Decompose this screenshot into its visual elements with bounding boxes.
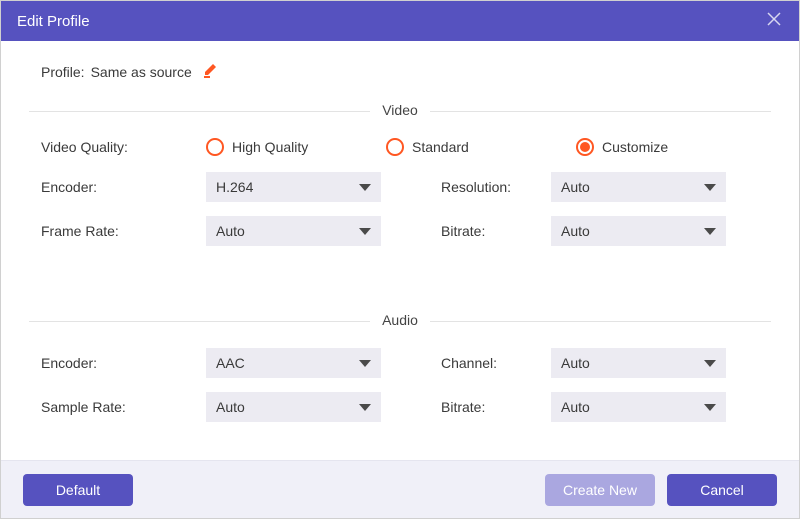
audio-samplerate-label: Sample Rate:	[41, 399, 206, 415]
audio-bitrate-label: Bitrate:	[441, 399, 551, 415]
audio-channel-value: Auto	[561, 355, 590, 371]
video-section-divider: Video	[29, 102, 771, 120]
chevron-down-icon	[359, 228, 371, 235]
video-framerate-value: Auto	[216, 223, 245, 239]
video-encoder-select[interactable]: H.264	[206, 172, 381, 202]
video-resolution-label: Resolution:	[441, 179, 551, 195]
video-settings-grid: Encoder: H.264 Resolution: Auto Frame Ra…	[29, 172, 771, 246]
audio-settings-grid: Encoder: AAC Channel: Auto Sample Rate: …	[29, 348, 771, 422]
audio-bitrate-value: Auto	[561, 399, 590, 415]
chevron-down-icon	[704, 184, 716, 191]
audio-samplerate-value: Auto	[216, 399, 245, 415]
audio-encoder-value: AAC	[216, 355, 245, 371]
radio-customize-label: Customize	[602, 139, 668, 155]
radio-icon	[386, 138, 404, 156]
radio-high-quality-label: High Quality	[232, 139, 308, 155]
content-area: Profile: Same as source Video Video Qual…	[1, 41, 799, 460]
radio-customize[interactable]: Customize	[576, 138, 668, 156]
video-quality-row: Video Quality: High Quality Standard Cus…	[29, 138, 771, 156]
chevron-down-icon	[704, 360, 716, 367]
footer: Default Create New Cancel	[1, 460, 799, 518]
cancel-button[interactable]: Cancel	[667, 474, 777, 506]
window-title: Edit Profile	[17, 13, 90, 30]
audio-samplerate-select[interactable]: Auto	[206, 392, 381, 422]
radio-icon	[576, 138, 594, 156]
video-quality-label: Video Quality:	[41, 139, 206, 155]
video-resolution-value: Auto	[561, 179, 590, 195]
titlebar: Edit Profile	[1, 1, 799, 41]
audio-encoder-label: Encoder:	[41, 355, 206, 371]
audio-section-label: Audio	[370, 312, 430, 328]
video-framerate-select[interactable]: Auto	[206, 216, 381, 246]
video-bitrate-label: Bitrate:	[441, 223, 551, 239]
create-new-button[interactable]: Create New	[545, 474, 655, 506]
profile-value: Same as source	[91, 64, 192, 80]
chevron-down-icon	[359, 360, 371, 367]
audio-section-divider: Audio	[29, 312, 771, 330]
chevron-down-icon	[704, 228, 716, 235]
audio-encoder-select[interactable]: AAC	[206, 348, 381, 378]
default-button[interactable]: Default	[23, 474, 133, 506]
pencil-icon[interactable]	[202, 61, 220, 82]
radio-high-quality[interactable]: High Quality	[206, 138, 386, 156]
radio-standard[interactable]: Standard	[386, 138, 576, 156]
edit-profile-window: Edit Profile Profile: Same as source Vid…	[0, 0, 800, 519]
chevron-down-icon	[704, 404, 716, 411]
video-encoder-value: H.264	[216, 179, 253, 195]
video-encoder-label: Encoder:	[41, 179, 206, 195]
profile-label: Profile:	[41, 64, 85, 80]
video-framerate-label: Frame Rate:	[41, 223, 206, 239]
chevron-down-icon	[359, 404, 371, 411]
radio-standard-label: Standard	[412, 139, 469, 155]
video-section-label: Video	[370, 102, 430, 118]
radio-icon	[206, 138, 224, 156]
video-bitrate-value: Auto	[561, 223, 590, 239]
profile-row: Profile: Same as source	[29, 61, 771, 82]
close-icon[interactable]	[765, 10, 783, 32]
video-resolution-select[interactable]: Auto	[551, 172, 726, 202]
chevron-down-icon	[359, 184, 371, 191]
video-bitrate-select[interactable]: Auto	[551, 216, 726, 246]
audio-channel-select[interactable]: Auto	[551, 348, 726, 378]
audio-bitrate-select[interactable]: Auto	[551, 392, 726, 422]
audio-channel-label: Channel:	[441, 355, 551, 371]
